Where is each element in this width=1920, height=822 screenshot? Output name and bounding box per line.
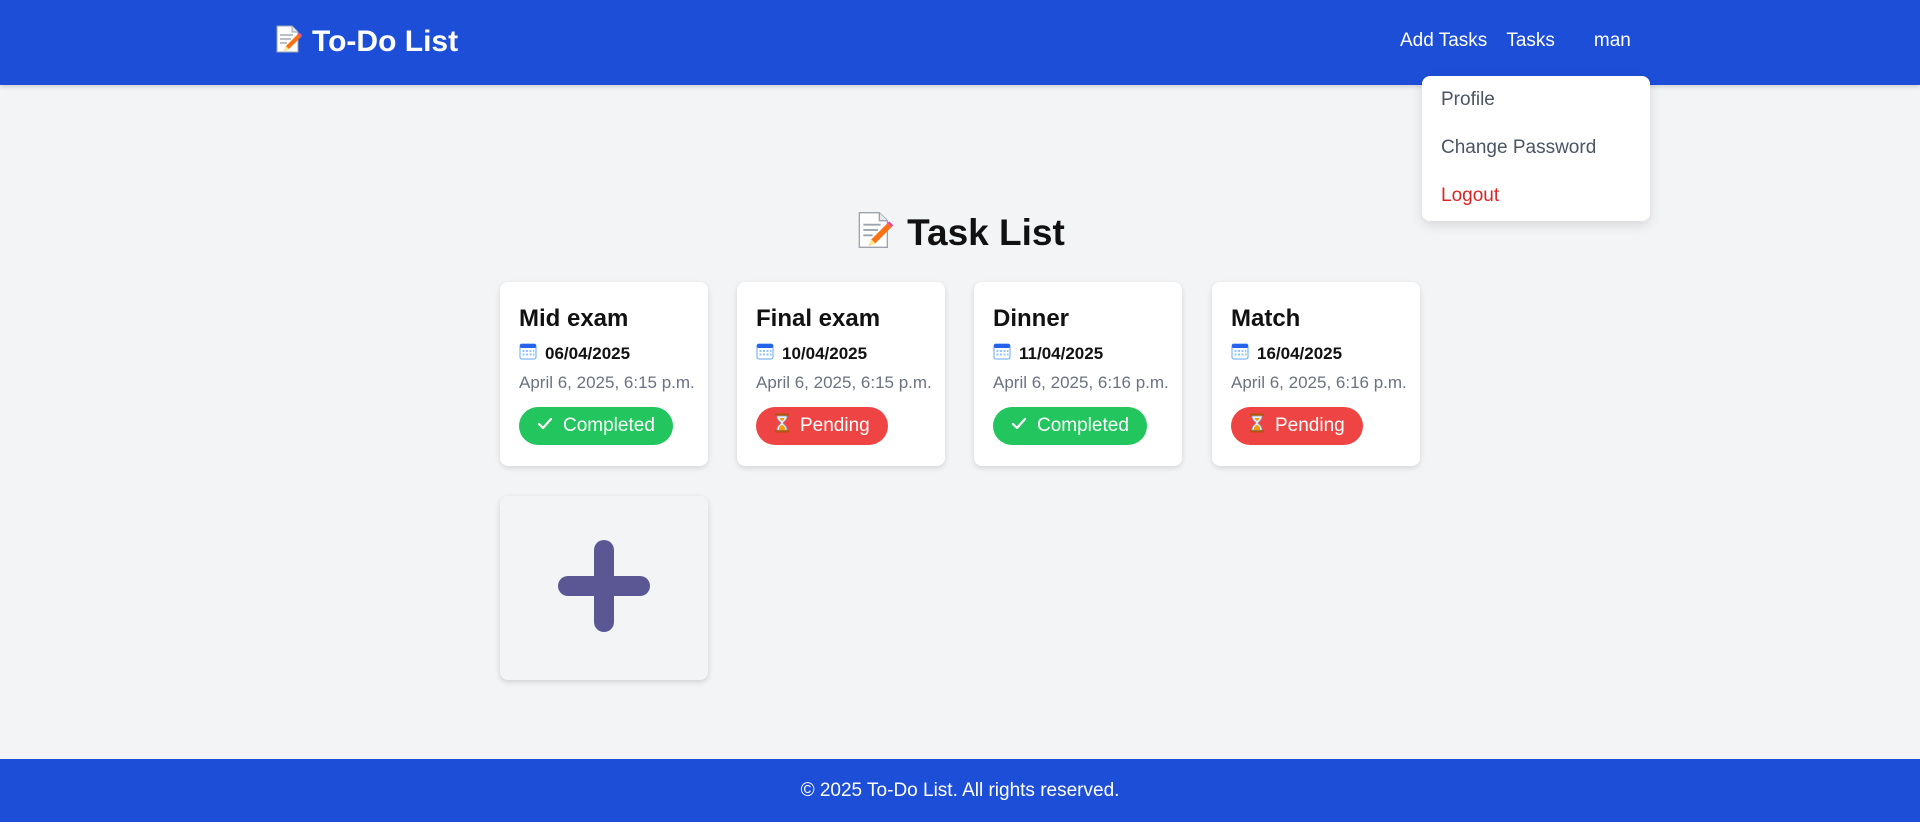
status-badge[interactable]: Pending [1231,407,1363,445]
task-card[interactable]: Final exam 10/04/2025 April 6, 2025, 6:1… [737,282,945,466]
status-badge[interactable]: Completed [993,407,1147,445]
due-date-text: 06/04/2025 [545,343,631,363]
calendar-icon [1231,342,1249,365]
due-date-text: 11/04/2025 [1019,343,1104,363]
page-title-text: Task List [907,211,1065,253]
dropdown-profile-link[interactable]: Profile [1422,86,1650,134]
calendar-icon [993,342,1011,365]
status-label: Completed [563,415,655,436]
memo-icon [855,210,894,255]
hourglass-icon [1249,413,1265,439]
calendar-icon [756,342,774,365]
status-label: Pending [1275,415,1345,436]
footer: © 2025 To-Do List. All rights reserved. [0,759,1920,822]
status-label: Completed [1037,415,1129,436]
due-date-text: 16/04/2025 [1257,343,1343,363]
navbar: To-Do List Add Tasks Tasks man [0,0,1920,85]
task-created-at: April 6, 2025, 6:15 p.m. [519,373,695,392]
task-title: Dinner [993,305,1070,332]
status-label: Pending [800,415,870,436]
plus-icon [556,538,652,639]
status-badge[interactable]: Completed [519,407,673,445]
nav-add-tasks-link[interactable]: Add Tasks [1400,30,1487,52]
hourglass-icon [774,413,790,439]
task-due-date: 11/04/2025 [993,342,1163,365]
footer-text: © 2025 To-Do List. All rights reserved. [800,779,1120,801]
task-card[interactable]: Dinner 11/04/2025 April 6, 2025, 6:16 p.… [974,282,1182,466]
task-title: Match [1231,305,1301,332]
memo-icon [274,24,303,59]
status-badge[interactable]: Pending [756,407,888,445]
task-created-at: April 6, 2025, 6:15 p.m. [756,373,932,392]
task-title: Final exam [756,305,881,332]
task-created-at: April 6, 2025, 6:16 p.m. [993,373,1169,392]
check-icon [1011,415,1027,437]
user-menu-toggle[interactable]: man [1594,30,1631,52]
dropdown-change-password-link[interactable]: Change Password [1422,134,1650,182]
task-due-date: 06/04/2025 [519,342,689,365]
task-card[interactable]: Match 16/04/2025 April 6, 2025, 6:16 p.m… [1212,282,1420,466]
task-created-at: April 6, 2025, 6:16 p.m. [1231,373,1407,392]
page-title: Task List [0,210,1920,255]
calendar-icon [519,342,537,365]
brand-link[interactable]: To-Do List [274,24,458,59]
task-due-date: 10/04/2025 [756,342,926,365]
brand-title: To-Do List [312,24,459,58]
nav-links: Add Tasks Tasks man [1400,30,1631,52]
add-task-card[interactable] [500,496,708,680]
check-icon [537,415,553,437]
nav-tasks-link[interactable]: Tasks [1506,30,1555,52]
task-title: Mid exam [519,305,629,332]
task-card[interactable]: Mid exam 06/04/2025 April 6, 2025, 6:15 … [500,282,708,466]
due-date-text: 10/04/2025 [782,343,868,363]
user-dropdown-menu: Profile Change Password Logout [1422,76,1650,221]
task-due-date: 16/04/2025 [1231,342,1401,365]
